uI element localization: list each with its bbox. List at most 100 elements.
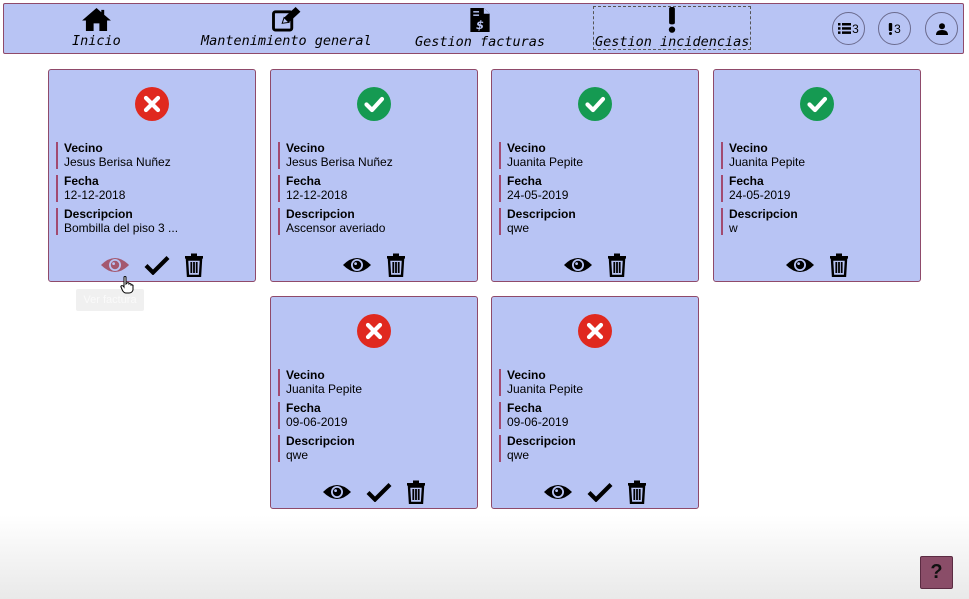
field-value-fecha: 09-06-2019	[507, 415, 569, 429]
field-vecino: Vecino Jesus Berisa Nuñez	[56, 142, 171, 169]
home-icon	[81, 7, 111, 32]
nav-label-mantenimiento: Mantenimiento general	[201, 33, 372, 49]
field-value-descripcion: qwe	[507, 448, 530, 462]
field-value-descripcion: w	[729, 221, 738, 235]
field-value-vecino: Juanita Pepite	[729, 155, 806, 169]
resolved-status-icon	[578, 87, 612, 121]
field-fecha: Fecha 12-12-2018	[56, 175, 125, 202]
field-value-descripcion: Ascensor averiado	[286, 221, 386, 235]
incident-card: Vecino Juanita Pepite Fecha 24-05-2019 Descr…	[491, 69, 699, 282]
user-profile-button[interactable]	[925, 12, 958, 45]
view-icon[interactable]	[785, 255, 815, 275]
incidents-list-button[interactable]: 3	[832, 12, 865, 45]
delete-trash-icon[interactable]	[184, 253, 204, 277]
delete-trash-icon[interactable]	[607, 253, 627, 277]
svg-text:$: $	[476, 18, 484, 32]
nav-label-incidencias: Gestion incidencias	[595, 34, 750, 50]
field-label-descripcion: Descripcion	[729, 207, 798, 221]
invoice-icon: $	[470, 7, 490, 32]
field-value-descripcion: qwe	[507, 221, 530, 235]
delete-trash-icon[interactable]	[406, 480, 426, 504]
field-value-vecino: Jesus Berisa Nuñez	[286, 155, 393, 169]
field-label-descripcion: Descripcion	[286, 207, 355, 221]
help-button[interactable]: ?	[920, 556, 953, 589]
incident-card: Vecino Jesus Berisa Nuñez Fecha 12-12-2018 D…	[48, 69, 256, 282]
card-actions	[492, 251, 698, 279]
field-label-fecha: Fecha	[729, 174, 764, 188]
nav-label-inicio: Inicio	[72, 33, 121, 49]
alert-count: 3	[894, 21, 901, 36]
incident-card: Vecino Jesus Berisa Nuñez Fecha 12-12-2018 D…	[270, 69, 478, 282]
field-value-fecha: 09-06-2019	[286, 415, 348, 429]
open-status-icon	[135, 87, 169, 121]
card-actions	[271, 478, 477, 506]
field-fecha: Fecha 09-06-2019	[278, 402, 347, 429]
field-value-descripcion: qwe	[286, 448, 309, 462]
field-descripcion: Descripcion qwe	[278, 435, 355, 462]
field-label-fecha: Fecha	[286, 401, 321, 415]
field-label-vecino: Vecino	[64, 141, 103, 155]
list-icon	[838, 23, 852, 34]
open-status-icon	[578, 314, 612, 348]
field-descripcion: Descripcion Ascensor averiado	[278, 208, 385, 235]
resolved-status-icon	[800, 87, 834, 121]
incident-card: Vecino Juanita Pepite Fecha 24-05-2019 Descr…	[713, 69, 921, 282]
alerts-button[interactable]: 3	[878, 12, 911, 45]
card-actions	[492, 478, 698, 506]
hand-cursor-icon	[120, 276, 134, 294]
field-descripcion: Descripcion qwe	[499, 435, 576, 462]
card-actions	[271, 251, 477, 279]
resolve-check-icon[interactable]	[587, 482, 613, 502]
field-label-vecino: Vecino	[286, 368, 325, 382]
alert-icon	[888, 22, 893, 35]
resolve-check-icon[interactable]	[366, 482, 392, 502]
field-value-vecino: Juanita Pepite	[507, 155, 584, 169]
view-icon[interactable]	[563, 255, 593, 275]
field-descripcion: Descripcion qwe	[499, 208, 576, 235]
incident-card: Vecino Juanita Pepite Fecha 09-06-2019 Descr…	[270, 296, 478, 509]
nav-label-facturas: Gestion facturas	[415, 34, 546, 50]
field-vecino: Vecino Juanita Pepite	[721, 142, 805, 169]
view-icon[interactable]	[322, 482, 352, 502]
card-actions	[714, 251, 920, 279]
field-vecino: Vecino Juanita Pepite	[278, 369, 362, 396]
nav-facturas[interactable]: $ Gestion facturas	[415, 7, 545, 49]
delete-trash-icon[interactable]	[829, 253, 849, 277]
delete-trash-icon[interactable]	[386, 253, 406, 277]
field-value-fecha: 12-12-2018	[64, 188, 126, 202]
field-fecha: Fecha 09-06-2019	[499, 402, 568, 429]
nav-incidencias[interactable]: Gestion incidencias	[592, 6, 752, 50]
view-icon[interactable]	[100, 255, 130, 275]
field-label-fecha: Fecha	[286, 174, 321, 188]
field-label-fecha: Fecha	[64, 174, 99, 188]
edit-icon	[272, 7, 301, 32]
field-label-descripcion: Descripcion	[64, 207, 133, 221]
list-count: 3	[852, 21, 859, 36]
field-label-descripcion: Descripcion	[507, 434, 576, 448]
field-vecino: Vecino Juanita Pepite	[499, 369, 583, 396]
field-label-fecha: Fecha	[507, 174, 542, 188]
field-label-descripcion: Descripcion	[286, 434, 355, 448]
open-status-icon	[357, 314, 391, 348]
field-vecino: Vecino Jesus Berisa Nuñez	[278, 142, 393, 169]
field-label-fecha: Fecha	[507, 401, 542, 415]
field-label-vecino: Vecino	[729, 141, 768, 155]
field-value-descripcion: Bombilla del piso 3 ...	[64, 221, 179, 235]
field-value-vecino: Juanita Pepite	[286, 382, 363, 396]
field-value-vecino: Juanita Pepite	[507, 382, 584, 396]
view-icon[interactable]	[342, 255, 372, 275]
field-descripcion: Descripcion w	[721, 208, 798, 235]
field-value-vecino: Jesus Berisa Nuñez	[64, 155, 171, 169]
delete-trash-icon[interactable]	[627, 480, 647, 504]
top-navbar: Inicio Mantenimiento general $ Gestion f…	[3, 3, 964, 54]
field-vecino: Vecino Juanita Pepite	[499, 142, 583, 169]
nav-mantenimiento[interactable]: Mantenimiento general	[201, 7, 372, 48]
nav-inicio[interactable]: Inicio	[72, 7, 121, 48]
resolve-check-icon[interactable]	[144, 255, 170, 275]
field-descripcion: Descripcion Bombilla del piso 3 ...	[56, 208, 178, 235]
view-icon[interactable]	[543, 482, 573, 502]
field-value-fecha: 12-12-2018	[286, 188, 348, 202]
field-label-vecino: Vecino	[507, 141, 546, 155]
incident-card: Vecino Juanita Pepite Fecha 09-06-2019 Descr…	[491, 296, 699, 509]
field-label-vecino: Vecino	[286, 141, 325, 155]
